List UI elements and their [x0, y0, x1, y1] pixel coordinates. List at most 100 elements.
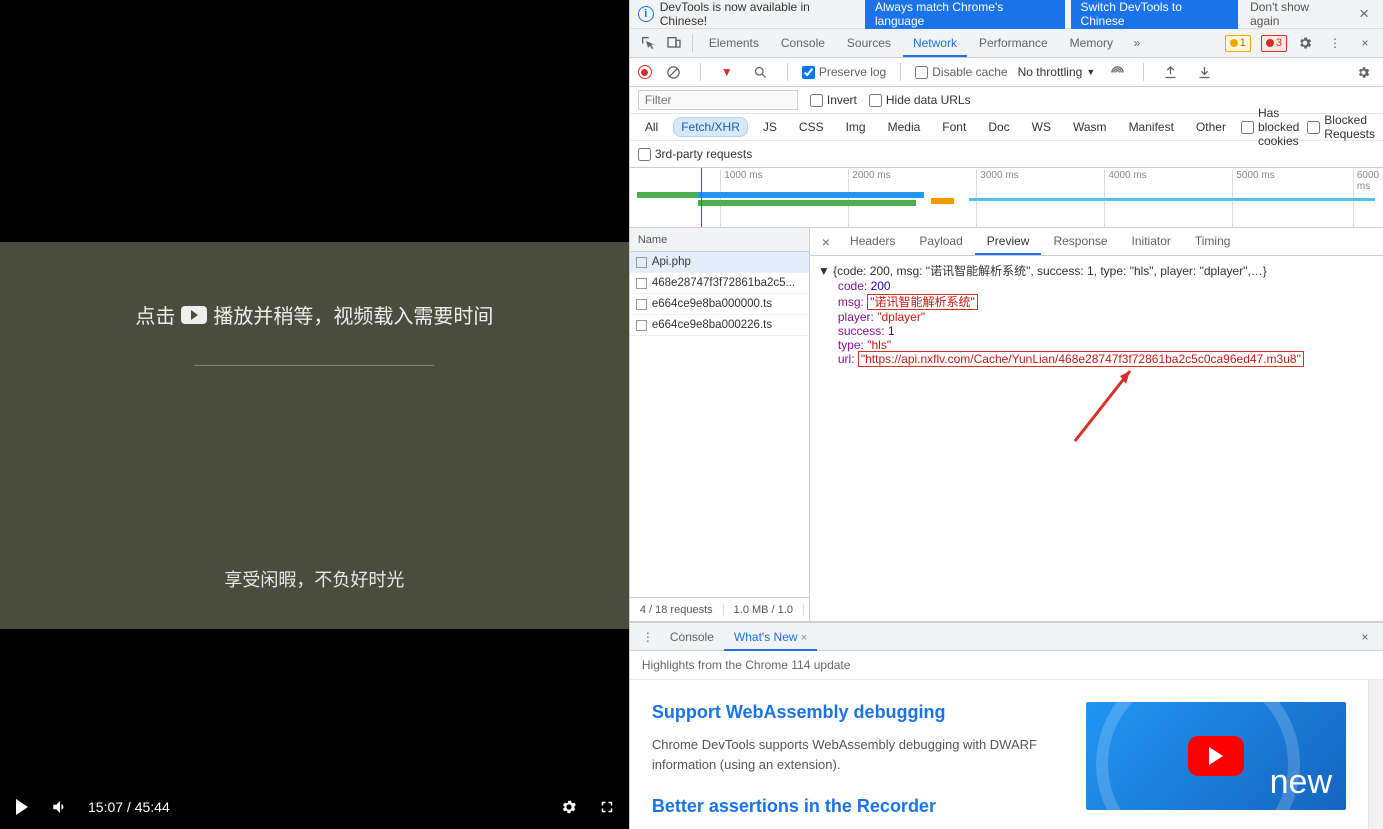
play-button[interactable]: [12, 797, 32, 817]
type-manifest[interactable]: Manifest: [1122, 118, 1181, 136]
tab-sources[interactable]: Sources: [837, 29, 901, 57]
type-fetch-xhr[interactable]: Fetch/XHR: [673, 117, 748, 137]
warnings-badge[interactable]: 1: [1225, 35, 1251, 52]
detail-tab-initiator[interactable]: Initiator: [1120, 228, 1183, 255]
detail-close-icon[interactable]: ×: [814, 234, 838, 250]
drawer-scrollbar[interactable]: [1368, 680, 1383, 829]
settings-button[interactable]: [559, 797, 579, 817]
video-time: 15:07 / 45:44: [88, 799, 170, 815]
record-button[interactable]: [638, 65, 652, 79]
type-filter-row: All Fetch/XHR JS CSS Img Media Font Doc …: [630, 114, 1383, 141]
main-tab-bar: Elements Console Sources Network Perform…: [630, 29, 1383, 58]
request-list: Name Api.php 468e28747f3f72861ba2c5... e…: [630, 228, 810, 621]
info-icon: i: [638, 6, 654, 22]
timeline-marker: [701, 168, 702, 227]
devtools-close-icon[interactable]: ×: [1353, 31, 1377, 55]
preserve-log-checkbox[interactable]: Preserve log: [802, 65, 886, 79]
poster-text-1a: 点击: [135, 300, 175, 329]
status-requests: 4 / 18 requests: [630, 604, 724, 616]
video-controls: 15:07 / 45:44: [0, 785, 629, 829]
errors-badge[interactable]: 3: [1261, 35, 1287, 52]
youtube-play-icon: [1188, 736, 1244, 776]
switch-chinese-button[interactable]: Switch DevTools to Chinese: [1071, 0, 1239, 32]
dont-show-again-button[interactable]: Don't show again: [1244, 0, 1347, 32]
filter-input[interactable]: [638, 90, 798, 110]
third-party-checkbox[interactable]: 3rd-party requests: [638, 147, 752, 161]
whatsnew-video-thumb[interactable]: new: [1086, 702, 1346, 810]
preview-summary: {code: 200, msg: "诺讯智能解析系统", success: 1,…: [833, 264, 1267, 278]
request-item-api[interactable]: Api.php: [630, 252, 809, 273]
detail-tab-headers[interactable]: Headers: [838, 228, 907, 255]
detail-tab-response[interactable]: Response: [1041, 228, 1119, 255]
video-poster[interactable]: 点击 播放并稍等，视频载入需要时间 享受闲暇，不负好时光: [0, 242, 629, 629]
hide-data-urls-checkbox[interactable]: Hide data URLs: [869, 93, 971, 107]
type-doc[interactable]: Doc: [981, 118, 1016, 136]
settings-icon[interactable]: [1293, 31, 1317, 55]
type-img[interactable]: Img: [839, 118, 873, 136]
detail-tab-timing[interactable]: Timing: [1183, 228, 1243, 255]
poster-divider: [194, 365, 434, 366]
upload-har-icon[interactable]: [1158, 60, 1182, 84]
network-settings-icon[interactable]: [1351, 60, 1375, 84]
request-detail: × Headers Payload Preview Response Initi…: [810, 228, 1383, 621]
preview-json[interactable]: ▼ {code: 200, msg: "诺讯智能解析系统", success: …: [810, 256, 1383, 621]
type-media[interactable]: Media: [881, 118, 928, 136]
status-size: 1.0 MB / 1.0: [724, 604, 804, 616]
tab-memory[interactable]: Memory: [1060, 29, 1123, 57]
match-language-button[interactable]: Always match Chrome's language: [865, 0, 1065, 32]
more-tabs-icon[interactable]: »: [1125, 31, 1149, 55]
annotation-arrow-icon: [1070, 366, 1140, 446]
timeline-bar: [698, 192, 924, 198]
detail-tab-preview[interactable]: Preview: [975, 228, 1042, 255]
infobar-close-icon[interactable]: ×: [1353, 4, 1375, 24]
highlighted-url: "https://api.nxflv.com/Cache/YunLian/468…: [858, 351, 1304, 367]
type-css[interactable]: CSS: [792, 118, 831, 136]
type-font[interactable]: Font: [935, 118, 973, 136]
filter-icon[interactable]: ▼: [715, 60, 739, 84]
type-all[interactable]: All: [638, 118, 665, 136]
type-ws[interactable]: WS: [1025, 118, 1058, 136]
blocked-requests-checkbox[interactable]: Blocked Requests: [1307, 113, 1375, 141]
whatsnew-heading-2[interactable]: Better assertions in the Recorder: [652, 796, 1056, 817]
poster-text-2: 享受闲暇，不负好时光: [224, 566, 404, 592]
request-item[interactable]: e664ce9e8ba000226.ts: [630, 315, 809, 336]
timeline-bar: [931, 198, 954, 204]
request-item[interactable]: 468e28747f3f72861ba2c5...: [630, 273, 809, 294]
drawer-tab-console[interactable]: Console: [660, 623, 724, 651]
inspect-icon[interactable]: [636, 31, 660, 55]
drawer-kebab-icon[interactable]: ⋮: [636, 625, 660, 649]
request-list-header: Name: [630, 228, 809, 252]
network-conditions-icon[interactable]: [1105, 60, 1129, 84]
network-toolbar: ▼ Preserve log Disable cache No throttli…: [630, 58, 1383, 87]
type-wasm[interactable]: Wasm: [1066, 118, 1114, 136]
drawer-close-icon[interactable]: ×: [1353, 625, 1377, 649]
disable-cache-checkbox[interactable]: Disable cache: [915, 65, 1007, 79]
tab-network[interactable]: Network: [903, 29, 967, 57]
tab-elements[interactable]: Elements: [699, 29, 769, 57]
tab-console[interactable]: Console: [771, 29, 835, 57]
search-icon[interactable]: [749, 60, 773, 84]
throttling-select[interactable]: No throttling ▼: [1018, 65, 1096, 79]
filter-row-3: 3rd-party requests: [630, 141, 1383, 168]
whatsnew-para-1: Chrome DevTools supports WebAssembly deb…: [652, 735, 1056, 774]
download-har-icon[interactable]: [1192, 60, 1216, 84]
type-js[interactable]: JS: [756, 118, 784, 136]
kebab-menu-icon[interactable]: ⋮: [1323, 31, 1347, 55]
detail-tab-payload[interactable]: Payload: [907, 228, 974, 255]
drawer-tab-whatsnew[interactable]: What's New ×: [724, 623, 817, 651]
devtools-pane: i DevTools is now available in Chinese! …: [629, 0, 1383, 829]
drawer-tab-bar: ⋮ Console What's New × ×: [630, 622, 1383, 651]
request-item[interactable]: e664ce9e8ba000000.ts: [630, 294, 809, 315]
highlighted-msg: "诺讯智能解析系统": [867, 294, 978, 310]
invert-checkbox[interactable]: Invert: [810, 93, 857, 107]
network-status-bar: 4 / 18 requests 1.0 MB / 1.0: [630, 597, 809, 621]
network-timeline[interactable]: 1000 ms 2000 ms 3000 ms 4000 ms 5000 ms …: [630, 168, 1383, 228]
volume-button[interactable]: [50, 797, 70, 817]
type-other[interactable]: Other: [1189, 118, 1233, 136]
video-black-bottom: 15:07 / 45:44: [0, 629, 629, 829]
device-toggle-icon[interactable]: [662, 31, 686, 55]
fullscreen-button[interactable]: [597, 797, 617, 817]
tab-performance[interactable]: Performance: [969, 29, 1058, 57]
whatsnew-heading-1[interactable]: Support WebAssembly debugging: [652, 702, 1056, 723]
clear-button[interactable]: [662, 60, 686, 84]
